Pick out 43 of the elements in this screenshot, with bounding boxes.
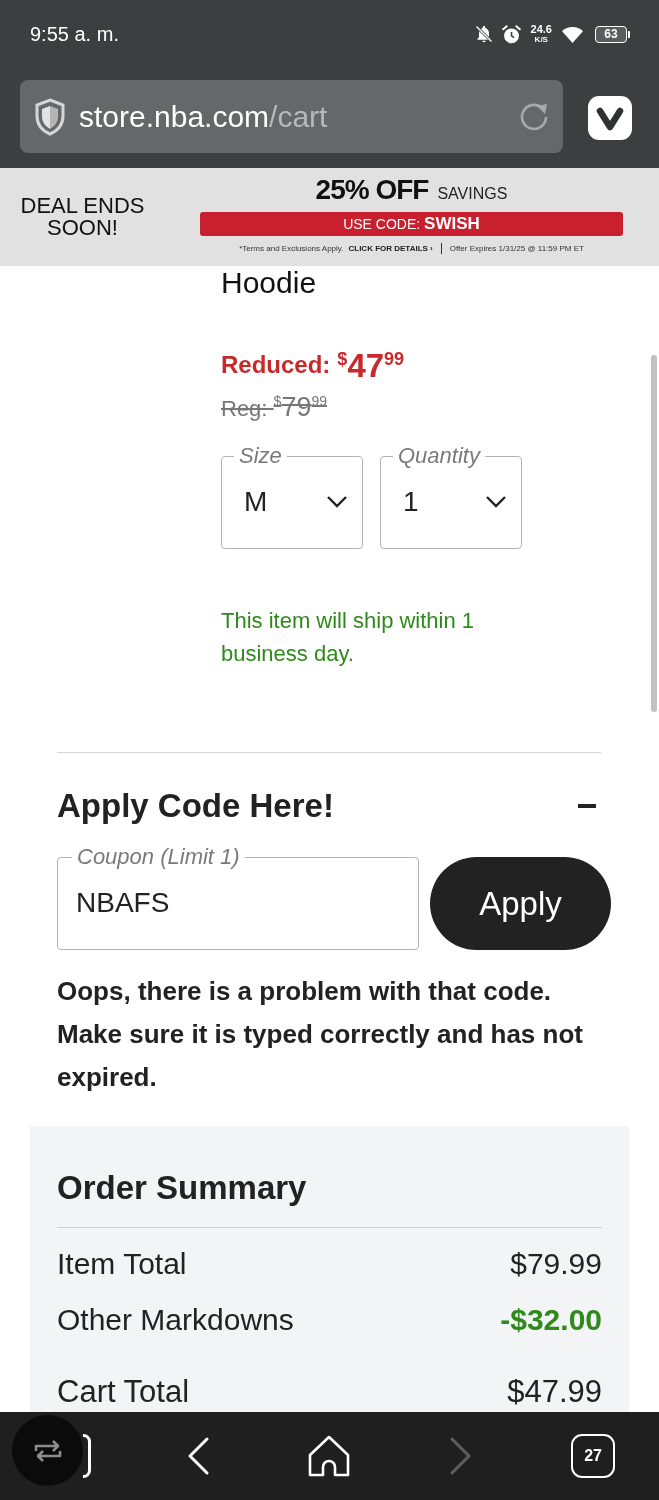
apply-button[interactable]: Apply <box>430 857 611 950</box>
summary-amount: $47.99 <box>507 1376 602 1408</box>
deal-ends-text: DEAL ENDS SOON! <box>19 195 146 239</box>
tabs-icon[interactable] <box>83 1434 91 1478</box>
product-title: Hoodie <box>221 268 318 298</box>
promo-banner[interactable]: DEAL ENDS SOON! 25% OFF SAVINGS USE CODE: SWISH *Terms and Exclusions Apply. CLICK FOR DETAILS › Offer Expires 1/31/25 @ 11:59 PM ET <box>0 168 659 266</box>
network-speed: 24.6 <box>530 24 552 35</box>
summary-label: Other Markdowns <box>57 1302 294 1338</box>
summary-amount: -$32.00 <box>500 1302 602 1338</box>
offer-expiry-text: Offer Expires 1/31/25 @ 11:59 PM ET <box>449 244 584 253</box>
scrollbar-thumb[interactable] <box>651 355 657 712</box>
url-text[interactable]: store.nba.com/cart <box>79 99 518 134</box>
bell-off-icon <box>473 24 494 44</box>
tab-count-button[interactable]: 27 <box>571 1434 616 1478</box>
promo-code-bar: USE CODE: SWISH <box>200 212 623 236</box>
shield-icon[interactable] <box>35 97 65 136</box>
regular-price: Reg: $^{$}$79$^{99}$ <box>221 391 327 424</box>
summary-label: Cart Total <box>57 1376 190 1408</box>
clock-time: 9:55 a. m. <box>30 22 119 46</box>
summary-amount: $79.99 <box>510 1246 602 1282</box>
home-icon[interactable] <box>308 1435 351 1477</box>
alarm-clock-icon <box>500 23 522 45</box>
chevron-down-icon[interactable] <box>485 495 507 509</box>
shipping-note: This item will ship within 1 business day. <box>221 607 476 668</box>
discount-headline: 25% OFF <box>315 174 429 206</box>
address-field[interactable]: store.nba.com/cart <box>20 80 563 153</box>
terms-text: *Terms and Exclusions Apply. <box>239 244 344 253</box>
summary-heading: Order Summary <box>57 1168 308 1208</box>
network-speed-unit: K/S <box>534 36 548 44</box>
chevron-down-icon[interactable] <box>326 495 348 509</box>
coupon-field[interactable]: Coupon (Limit 1) NBAFS <box>57 846 419 950</box>
browser-logo-icon[interactable] <box>588 96 632 140</box>
details-link[interactable]: CLICK FOR DETAILS › <box>348 244 433 253</box>
battery-indicator: 63 <box>595 25 630 43</box>
dropdown-field[interactable]: Quantity 1 <box>380 445 522 549</box>
price-label: Reduced: <box>221 351 331 379</box>
error-message: Oops, there is a problem with that code. Make sure it is typed correctly and has not expired. <box>57 975 584 1094</box>
dropdown-field[interactable]: Size M <box>221 445 363 549</box>
sale-price: $^{$}$47$^{99}$ <box>337 345 405 386</box>
savings-text: SAVINGS <box>437 184 508 204</box>
summary-label: Item Total <box>57 1246 187 1282</box>
wifi-icon <box>561 24 584 44</box>
section-heading[interactable]: Apply Code Here! <box>57 787 334 825</box>
